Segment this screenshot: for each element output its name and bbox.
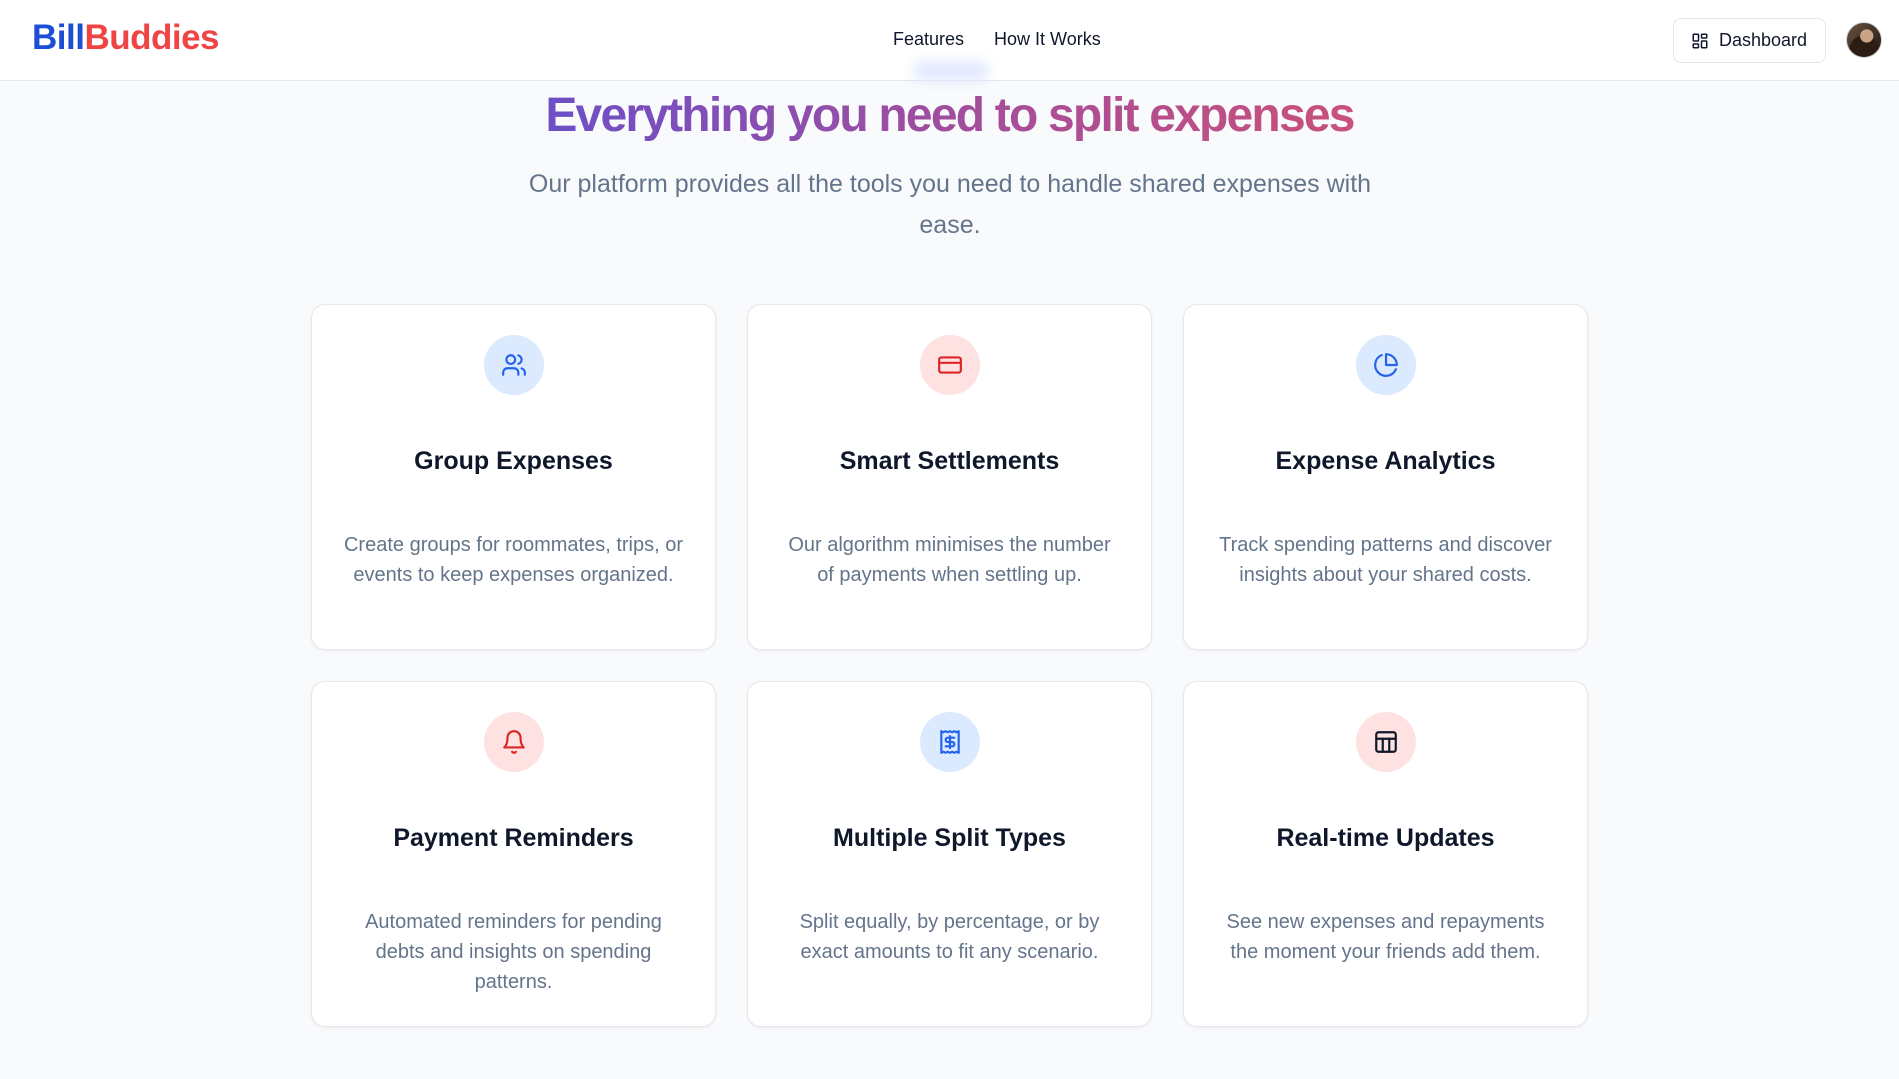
feature-description: Split equally, by percentage, or by exac… bbox=[799, 911, 1100, 963]
feature-description: Track spending patterns and discover ins… bbox=[1219, 534, 1552, 586]
bell-icon bbox=[484, 712, 544, 772]
feature-title: Multiple Split Types bbox=[833, 824, 1066, 852]
nav-link-features[interactable]: Features bbox=[893, 29, 964, 50]
calculator-icon bbox=[1356, 712, 1416, 772]
section-title: Everything you need to split expenses bbox=[0, 88, 1899, 143]
dashboard-button-label: Dashboard bbox=[1719, 30, 1808, 50]
feature-title: Smart Settlements bbox=[839, 447, 1060, 475]
section-title-text: Everything you need to split expenses bbox=[545, 89, 1355, 142]
pie-chart-icon bbox=[1356, 335, 1416, 395]
user-avatar[interactable] bbox=[1846, 22, 1882, 58]
receipt-icon bbox=[920, 712, 980, 772]
logo-text-buddies: Buddies bbox=[84, 18, 220, 57]
logo-text-bill: Bill bbox=[32, 18, 85, 57]
feature-description: Create groups for roommates, trips, or e… bbox=[343, 534, 683, 586]
feature-card-payment-reminders: Payment Reminders Automated reminders fo… bbox=[311, 681, 716, 1027]
feature-description: Our algorithm minimises the number of pa… bbox=[788, 534, 1111, 586]
credit-card-icon bbox=[920, 335, 980, 395]
feature-description: See new expenses and repayments the mome… bbox=[1226, 911, 1545, 963]
feature-description: Automated reminders for pending debts an… bbox=[365, 911, 662, 993]
dashboard-grid-icon bbox=[1692, 33, 1708, 48]
dashboard-button[interactable]: Dashboard bbox=[1673, 18, 1826, 63]
feature-title: Group Expenses bbox=[414, 447, 613, 475]
feature-card-smart-settlements: Smart Settlements Our algorithm minimise… bbox=[747, 304, 1152, 650]
feature-card-multiple-split-types: Multiple Split Types Split equally, by p… bbox=[747, 681, 1152, 1027]
feature-card-expense-analytics: Expense Analytics Track spending pattern… bbox=[1183, 304, 1588, 650]
decorative-glow bbox=[913, 61, 989, 81]
feature-card-group-expenses: Group Expenses Create groups for roommat… bbox=[311, 304, 716, 650]
brand-logo[interactable]: BillBuddies bbox=[32, 18, 220, 58]
main-nav: Features How It Works bbox=[893, 29, 1101, 50]
features-grid: Group Expenses Create groups for roommat… bbox=[311, 304, 1588, 1027]
feature-card-real-time-updates: Real-time Updates See new expenses and r… bbox=[1183, 681, 1588, 1027]
feature-title: Payment Reminders bbox=[393, 824, 634, 852]
users-icon bbox=[484, 335, 544, 395]
feature-title: Expense Analytics bbox=[1275, 447, 1496, 475]
section-subtitle: Our platform provides all the tools you … bbox=[528, 170, 1372, 239]
nav-link-how-it-works[interactable]: How It Works bbox=[994, 29, 1101, 50]
feature-title: Real-time Updates bbox=[1276, 824, 1495, 852]
